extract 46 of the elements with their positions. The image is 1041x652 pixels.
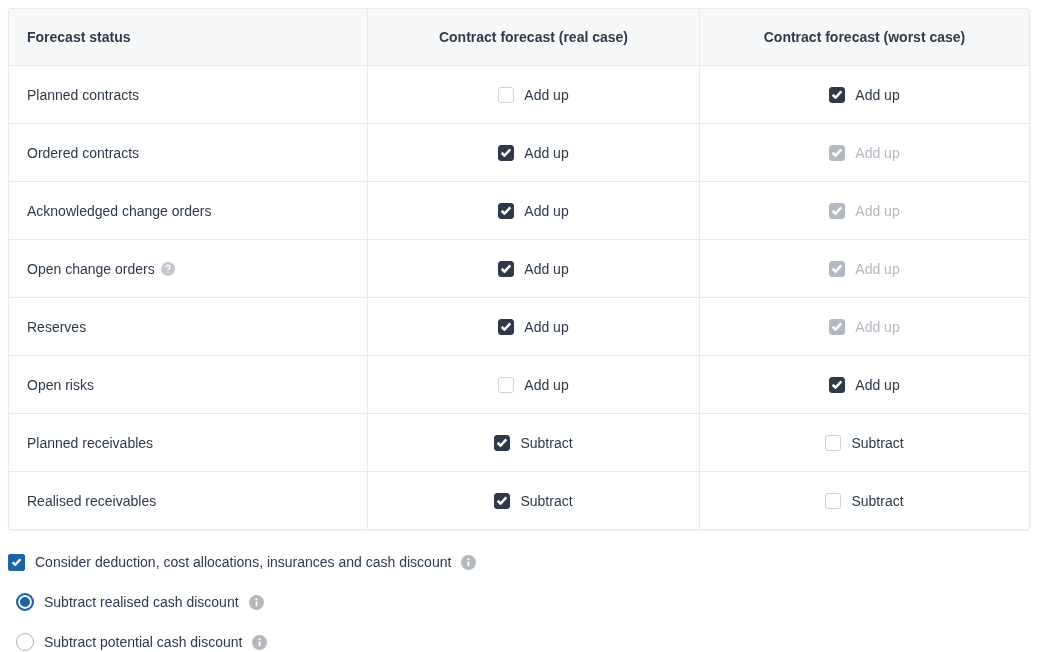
checkbox[interactable]: [8, 553, 25, 571]
check-icon: [12, 558, 21, 566]
check-icon: [832, 206, 843, 215]
help-icon[interactable]: [160, 261, 175, 276]
check-icon: [497, 438, 508, 447]
row-label: Planned receivables: [27, 434, 154, 451]
checkbox[interactable]: Add up: [498, 202, 569, 219]
radio-button[interactable]: [16, 593, 34, 611]
checkbox[interactable]: Add up: [498, 86, 569, 103]
row-label: Realised receivables: [27, 492, 157, 509]
check-icon: [832, 322, 843, 331]
check-icon: [501, 148, 512, 157]
check-icon: [501, 206, 512, 215]
radio-label: Subtract potential cash discount: [44, 634, 243, 650]
row-label: Ordered contracts: [27, 144, 140, 161]
column-header: Contract forecast (real case): [367, 9, 699, 65]
checkbox[interactable]: Subtract: [825, 492, 904, 509]
check-icon: [501, 264, 512, 273]
row-label: Reserves: [27, 318, 87, 335]
checkbox[interactable]: Add up: [498, 376, 569, 393]
radio-label: Subtract realised cash discount: [44, 594, 239, 610]
checkbox[interactable]: Subtract: [825, 434, 904, 451]
check-icon: [832, 380, 843, 389]
info-icon[interactable]: [248, 594, 264, 610]
checkbox-label: Consider deduction, cost allocations, insurances and cash discount: [35, 554, 452, 570]
check-icon: [497, 496, 508, 505]
row-label: Open risks: [27, 376, 94, 393]
row-label: Acknowledged change orders: [27, 202, 212, 219]
checkbox[interactable]: Add up: [498, 260, 569, 277]
check-icon: [832, 264, 843, 273]
checkbox[interactable]: Add up: [829, 376, 900, 393]
checkbox[interactable]: Add up: [829, 86, 900, 103]
column-header: Forecast status: [26, 28, 132, 47]
check-icon: [832, 90, 843, 99]
checkbox[interactable]: Subtract: [494, 434, 573, 451]
row-label: Planned contracts: [27, 86, 140, 103]
checkbox[interactable]: Add up: [498, 144, 569, 161]
row-label: Open change orders: [27, 260, 155, 277]
radio-button[interactable]: [16, 633, 34, 651]
check-icon: [501, 322, 512, 331]
info-icon[interactable]: [252, 634, 268, 650]
checkbox[interactable]: Add up: [498, 318, 569, 335]
checkbox[interactable]: Subtract: [494, 492, 573, 509]
info-icon[interactable]: [461, 554, 477, 570]
column-header: Contract forecast (worst case): [699, 9, 1029, 65]
check-icon: [832, 148, 843, 157]
